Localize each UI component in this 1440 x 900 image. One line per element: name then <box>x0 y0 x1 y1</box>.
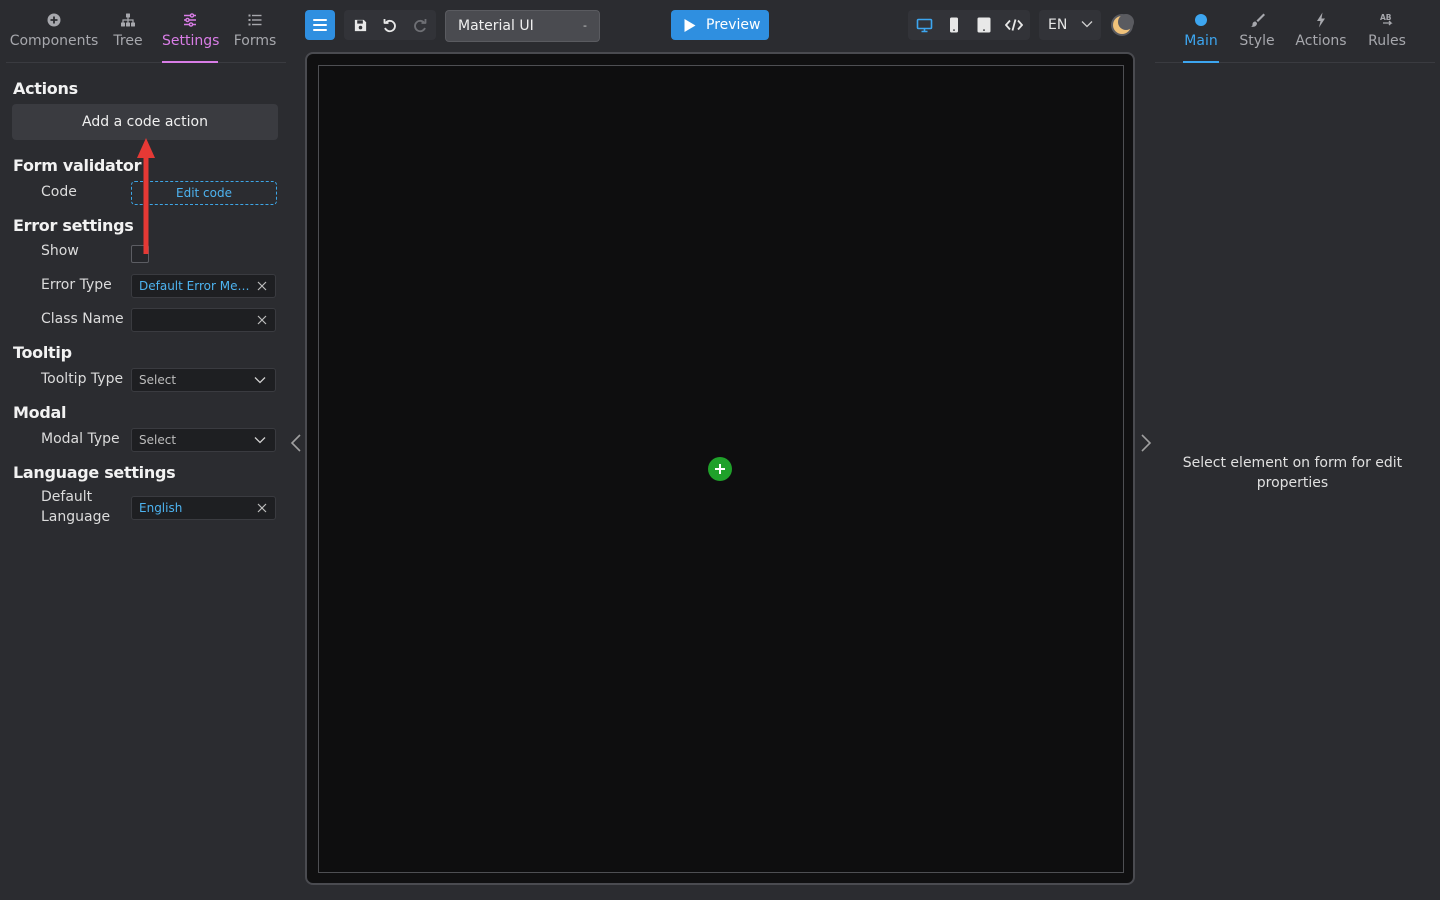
left-panel: Components Tree Settings Forms Actions A… <box>0 0 286 900</box>
modal-type-select[interactable]: Select <box>131 428 276 452</box>
hint-line-1: Select element on form for edit <box>1182 455 1403 471</box>
collapse-left-panel-icon[interactable] <box>289 433 303 453</box>
tab-rules[interactable]: AB Rules <box>1367 0 1407 63</box>
language-settings-heading: Language settings <box>13 463 176 482</box>
code-icon <box>1005 19 1023 31</box>
error-type-select[interactable]: Default Error Mes... <box>131 274 276 298</box>
theme-toggle-button[interactable] <box>1109 10 1137 40</box>
class-name-label: Class Name <box>41 311 124 327</box>
ab-rules-glyph: AB <box>1380 13 1392 22</box>
desktop-icon <box>916 18 932 32</box>
show-label: Show <box>41 243 79 259</box>
error-settings-heading: Error settings <box>13 216 134 235</box>
form-validator-heading: Form validator <box>13 156 142 175</box>
tab-style[interactable]: Style <box>1239 0 1275 63</box>
class-name-input[interactable] <box>131 308 276 332</box>
add-element-button[interactable] <box>708 457 732 481</box>
code-label: Code <box>41 184 77 200</box>
moon-icon <box>1111 14 1134 36</box>
tree-icon <box>120 12 136 28</box>
clear-icon[interactable] <box>256 497 268 519</box>
desktop-view-button[interactable] <box>909 10 939 40</box>
tab-label: Style <box>1239 33 1275 49</box>
tab-label: Components <box>9 33 99 49</box>
tab-label: Settings <box>162 33 220 49</box>
theme-select[interactable]: Material UI - <box>445 10 600 42</box>
tooltip-type-label: Tooltip Type <box>41 371 124 387</box>
actions-heading: Actions <box>13 79 78 98</box>
collapse-right-panel-icon[interactable] <box>1139 433 1153 453</box>
tab-label: Actions <box>1295 33 1347 49</box>
right-panel-hint: Select element on form for edit properti… <box>1170 453 1415 493</box>
tooltip-heading: Tooltip <box>13 343 72 362</box>
annotation-arrow-icon <box>137 138 155 254</box>
preview-label: Preview <box>706 17 761 33</box>
tab-actions[interactable]: Actions <box>1295 0 1347 63</box>
default-language-label-1: Default <box>41 489 93 505</box>
theme-select-caret: - <box>583 19 587 32</box>
right-tabs: Main Style Actions AB Rules <box>1155 0 1435 63</box>
tab-label: Tree <box>113 33 143 49</box>
modal-type-value: Select <box>139 433 177 447</box>
default-language-label-2: Language <box>41 509 111 525</box>
mobile-icon <box>950 17 958 33</box>
error-type-label: Error Type <box>41 277 112 293</box>
tab-label: Rules <box>1368 33 1406 49</box>
plus-icon <box>715 464 725 474</box>
device-toolbar <box>908 10 1030 40</box>
brush-icon <box>1249 12 1265 28</box>
save-icon <box>354 19 366 31</box>
preview-button[interactable]: Preview <box>671 10 769 40</box>
language-select[interactable]: EN <box>1039 10 1101 40</box>
default-language-value: English <box>139 501 183 515</box>
edit-toolbar <box>344 10 436 40</box>
redo-icon <box>414 19 427 33</box>
hint-line-2: properties <box>1256 475 1329 491</box>
list-icon <box>247 12 263 28</box>
tooltip-type-value: Select <box>139 373 177 387</box>
add-code-action-button[interactable]: Add a code action <box>12 104 278 140</box>
chevron-down-icon <box>1081 21 1093 28</box>
tooltip-type-select[interactable]: Select <box>131 368 276 392</box>
tab-label: Main <box>1184 33 1218 49</box>
save-button[interactable] <box>345 10 375 40</box>
code-view-button[interactable] <box>999 10 1029 40</box>
modal-heading: Modal <box>13 403 67 422</box>
undo-button[interactable] <box>375 10 405 40</box>
tab-main[interactable]: Main <box>1183 0 1219 63</box>
plus-circle-icon <box>46 12 62 28</box>
tablet-view-button[interactable] <box>969 10 999 40</box>
theme-value: Material UI <box>458 18 534 34</box>
tab-tree[interactable]: Tree <box>108 0 148 63</box>
chevron-down-icon <box>254 369 266 391</box>
language-value: EN <box>1048 17 1068 33</box>
redo-button[interactable] <box>405 10 435 40</box>
bolt-icon <box>1313 12 1329 28</box>
clear-icon[interactable] <box>256 275 268 297</box>
modal-type-label: Modal Type <box>41 431 120 447</box>
play-icon <box>684 19 696 32</box>
sliders-icon <box>182 12 198 28</box>
undo-icon <box>383 19 396 33</box>
hamburger-icon <box>313 19 327 31</box>
clear-icon[interactable] <box>256 309 268 331</box>
tab-components[interactable]: Components <box>6 0 102 63</box>
mobile-view-button[interactable] <box>939 10 969 40</box>
menu-button[interactable] <box>305 10 335 40</box>
tab-settings[interactable]: Settings <box>162 0 220 63</box>
tablet-icon <box>977 17 991 33</box>
default-language-select[interactable]: English <box>131 496 276 520</box>
tab-label: Forms <box>233 33 277 49</box>
dot-icon <box>1193 12 1209 28</box>
ab-rules-icon: AB <box>1379 12 1395 28</box>
left-tabs: Components Tree Settings Forms <box>6 0 286 63</box>
tab-forms[interactable]: Forms <box>232 0 278 63</box>
error-type-value: Default Error Mes... <box>139 279 251 293</box>
chevron-down-icon <box>254 429 266 451</box>
